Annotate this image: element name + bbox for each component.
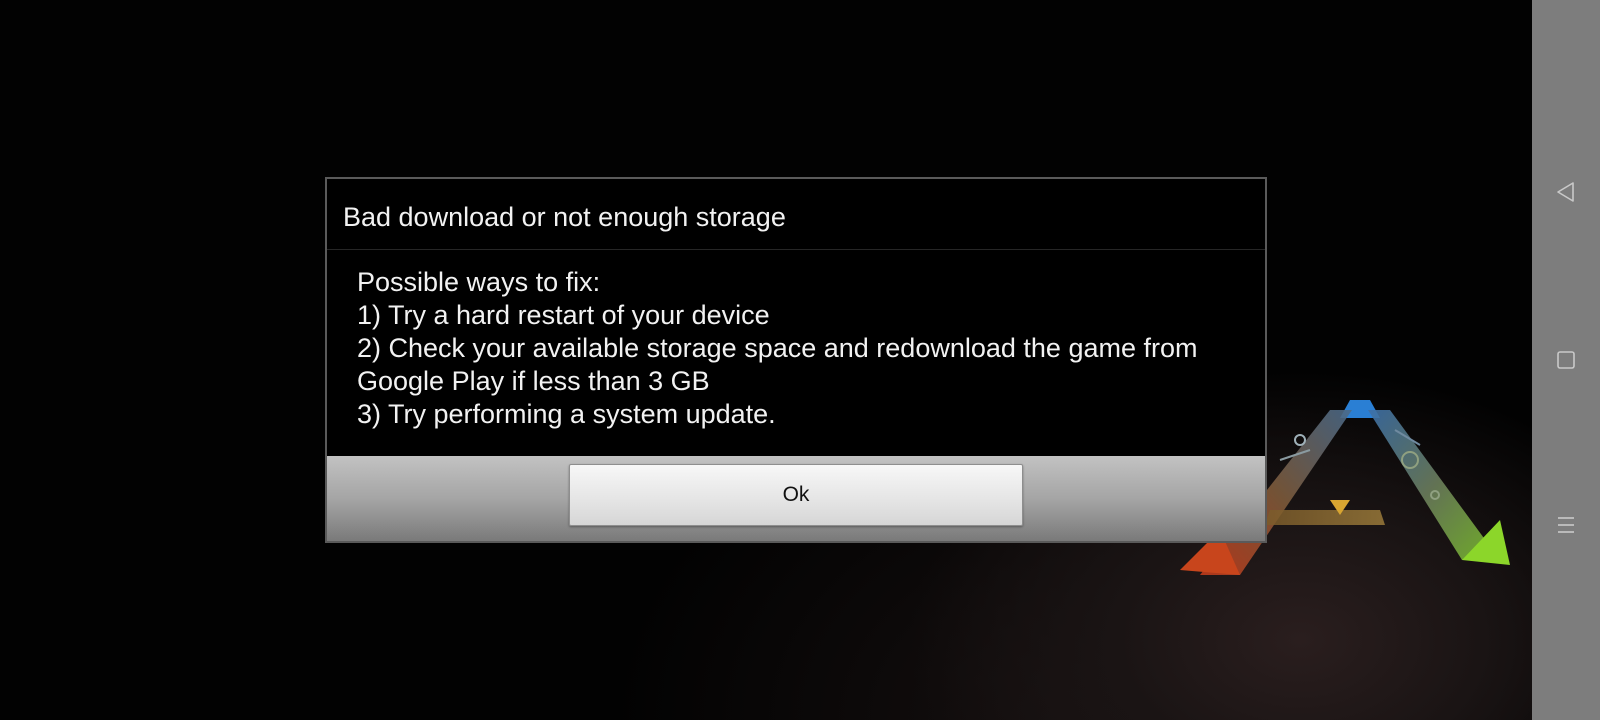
home-button[interactable] (1546, 340, 1586, 380)
menu-icon (1558, 517, 1574, 533)
error-dialog: Bad download or not enough storage Possi… (325, 177, 1267, 543)
home-icon (1557, 351, 1575, 369)
back-button[interactable] (1546, 172, 1586, 212)
dialog-title: Bad download or not enough storage (327, 179, 1265, 250)
back-icon (1557, 182, 1574, 202)
dialog-button-bar: Ok (327, 456, 1265, 541)
message-line: 2) Check your available storage space an… (357, 333, 1198, 363)
dialog-message: Possible ways to fix: 1) Try a hard rest… (327, 250, 1265, 457)
game-screen: Bad download or not enough storage Possi… (0, 0, 1532, 720)
message-line: Possible ways to fix: (357, 267, 601, 297)
message-line: Google Play if less than 3 GB (357, 366, 710, 396)
ok-button[interactable]: Ok (569, 464, 1023, 526)
message-line: 3) Try performing a system update. (357, 399, 776, 429)
menu-button[interactable] (1546, 505, 1586, 545)
message-line: 1) Try a hard restart of your device (357, 300, 770, 330)
system-navigation-bar (1532, 0, 1600, 720)
